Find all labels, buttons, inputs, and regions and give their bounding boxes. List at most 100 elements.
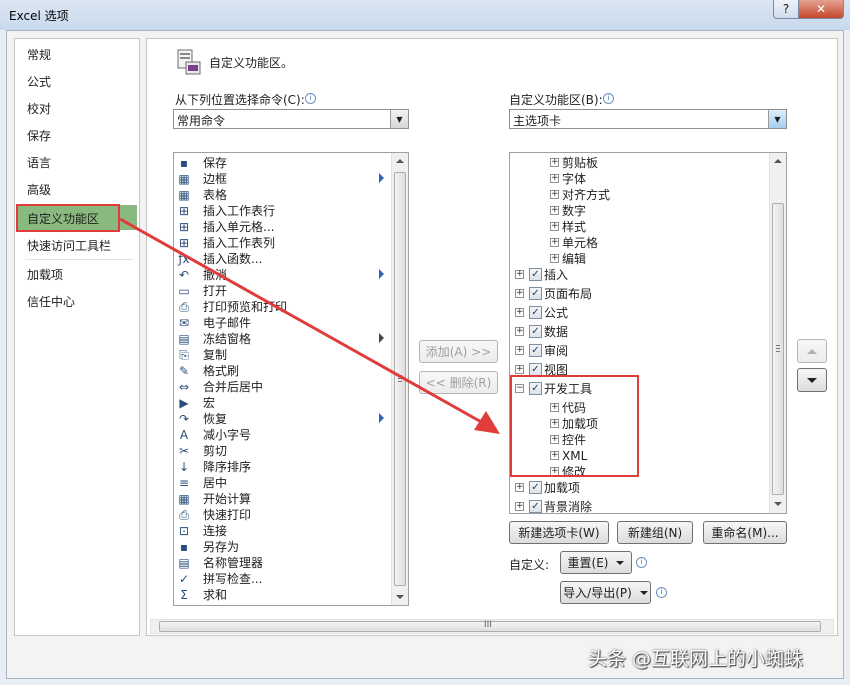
command-item[interactable]: ⎘ 复制 <box>176 347 386 363</box>
command-item[interactable]: ⊞ 插入工作表列 <box>176 235 386 251</box>
expand-icon[interactable]: + <box>515 502 524 511</box>
command-item[interactable]: ✉ 电子邮件 <box>176 315 386 331</box>
info-icon[interactable]: i <box>636 557 647 568</box>
remove-button[interactable]: << 删除(R) <box>419 371 498 394</box>
command-item[interactable]: ▶ 宏 <box>176 395 386 411</box>
command-item[interactable]: ⊡ 连接 <box>176 523 386 539</box>
tab-checkbox[interactable]: ✓ <box>529 344 542 357</box>
tree-item[interactable]: + 字体 <box>510 171 765 187</box>
ribbon-tree-scrollbar[interactable] <box>769 153 786 513</box>
info-icon[interactable]: i <box>305 93 316 104</box>
expand-icon[interactable]: + <box>515 289 524 298</box>
tree-item[interactable]: + 单元格 <box>510 235 765 251</box>
command-item[interactable]: Σ 求和 <box>176 587 386 603</box>
new-tab-button[interactable]: 新建选项卡(W) <box>509 521 609 544</box>
tree-item[interactable]: + ✓ 插入 <box>510 267 765 283</box>
rename-button[interactable]: 重命名(M)... <box>703 521 787 544</box>
expand-icon[interactable]: + <box>515 365 524 374</box>
tree-item[interactable]: + 剪贴板 <box>510 155 765 171</box>
scroll-up-icon[interactable] <box>396 159 404 163</box>
expand-icon[interactable]: + <box>550 254 559 263</box>
command-item[interactable]: ▤ 冻结窗格 <box>176 331 386 347</box>
nav-item-advanced[interactable]: 高级 <box>27 181 51 198</box>
reset-button[interactable]: 重置(E) <box>560 551 632 574</box>
expand-icon[interactable]: + <box>515 346 524 355</box>
command-item[interactable]: ▪ 另存为 <box>176 539 386 555</box>
tab-checkbox[interactable]: ✓ <box>529 481 542 494</box>
tree-item[interactable]: + ✓ 加载项 <box>510 480 765 496</box>
close-button[interactable]: ✕ <box>799 0 844 19</box>
commands-list-scrollbar[interactable] <box>391 153 408 605</box>
command-item[interactable]: ⊞ 插入单元格... <box>176 219 386 235</box>
new-group-button[interactable]: 新建组(N) <box>617 521 693 544</box>
horizontal-scroll-thumb[interactable]: III <box>159 620 821 632</box>
tab-checkbox[interactable]: ✓ <box>529 268 542 281</box>
expand-icon[interactable]: + <box>550 174 559 183</box>
command-item[interactable]: ⎙ 快速打印 <box>176 507 386 523</box>
nav-item-general[interactable]: 常规 <box>27 46 51 63</box>
add-button[interactable]: 添加(A) >> <box>419 340 498 363</box>
expand-icon[interactable]: + <box>550 238 559 247</box>
tab-checkbox[interactable]: ✓ <box>529 325 542 338</box>
command-item[interactable]: ▦ 开始计算 <box>176 491 386 507</box>
command-item[interactable]: ↓ 降序排序 <box>176 459 386 475</box>
ribbon-tree-scroll-thumb[interactable] <box>772 203 784 495</box>
info-icon[interactable]: i <box>603 93 614 104</box>
expand-icon[interactable]: + <box>550 190 559 199</box>
tree-item[interactable]: + 数字 <box>510 203 765 219</box>
tree-item[interactable]: + 样式 <box>510 219 765 235</box>
expand-icon[interactable]: + <box>515 327 524 336</box>
command-item[interactable]: ⇔ 合并后居中 <box>176 379 386 395</box>
tree-item[interactable]: + 编辑 <box>510 251 765 267</box>
command-item[interactable]: A 减小字号 <box>176 427 386 443</box>
expand-icon[interactable]: + <box>550 158 559 167</box>
import-export-button[interactable]: 导入/导出(P) <box>560 581 651 604</box>
expand-icon[interactable]: + <box>515 483 524 492</box>
tree-item[interactable]: + ✓ 公式 <box>510 305 765 321</box>
nav-item-proofing[interactable]: 校对 <box>27 100 51 117</box>
nav-item-add-ins[interactable]: 加载项 <box>27 266 63 283</box>
tab-checkbox[interactable]: ✓ <box>529 306 542 319</box>
command-item[interactable]: ↷ 恢复 <box>176 411 386 427</box>
expand-icon[interactable]: + <box>515 270 524 279</box>
command-item[interactable]: ▦ 表格 <box>176 187 386 203</box>
tree-item[interactable]: + ✓ 审阅 <box>510 343 765 359</box>
expand-icon[interactable]: + <box>515 308 524 317</box>
tab-checkbox[interactable]: ✓ <box>529 500 542 513</box>
help-button[interactable]: ? <box>773 0 799 19</box>
command-item[interactable]: ▭ 打开 <box>176 283 386 299</box>
move-up-button[interactable] <box>797 339 827 363</box>
choose-commands-dropdown[interactable]: 常用命令 ▼ <box>173 109 409 129</box>
chevron-down-icon[interactable]: ▼ <box>768 110 786 128</box>
commands-list[interactable]: ▪ 保存 ▦ 边框 ▦ 表格 ⊞ 插入工作表行 ⊞ 插入单元格... ⊞ 插入工作表列 ƒx 插入函数..… <box>173 152 409 606</box>
move-down-button[interactable] <box>797 368 827 392</box>
tree-item[interactable]: + ✓ 页面布局 <box>510 286 765 302</box>
expand-icon[interactable]: + <box>550 222 559 231</box>
tree-item[interactable]: + ✓ 数据 <box>510 324 765 340</box>
nav-item-quick-access-toolbar[interactable]: 快速访问工具栏 <box>27 237 111 254</box>
tab-checkbox[interactable]: ✓ <box>529 287 542 300</box>
panel-horizontal-scrollbar[interactable]: III <box>150 619 834 634</box>
command-item[interactable]: ↶ 撤消 <box>176 267 386 283</box>
command-item[interactable]: ⎙ 打印预览和打印 <box>176 299 386 315</box>
scroll-up-icon[interactable] <box>774 159 782 163</box>
nav-item-save[interactable]: 保存 <box>27 127 51 144</box>
command-item[interactable]: ƒx 插入函数... <box>176 251 386 267</box>
nav-item-formulas[interactable]: 公式 <box>27 73 51 90</box>
scroll-down-icon[interactable] <box>774 502 782 506</box>
tree-item[interactable]: + 对齐方式 <box>510 187 765 203</box>
command-item[interactable]: ▪ 保存 <box>176 155 386 171</box>
command-item[interactable]: ✂ 剪切 <box>176 443 386 459</box>
ribbon-tabs-dropdown[interactable]: 主选项卡 ▼ <box>509 109 787 129</box>
commands-list-scroll-thumb[interactable] <box>394 172 406 586</box>
tree-item[interactable]: + ✓ 背景消除 <box>510 499 765 513</box>
expand-icon[interactable]: + <box>550 206 559 215</box>
command-item[interactable]: ✎ 格式刷 <box>176 363 386 379</box>
info-icon[interactable]: i <box>656 587 667 598</box>
command-item[interactable]: ▦ 边框 <box>176 171 386 187</box>
command-item[interactable]: ≡ 居中 <box>176 475 386 491</box>
command-item[interactable]: ✓ 拼写检查... <box>176 571 386 587</box>
nav-item-language[interactable]: 语言 <box>27 154 51 171</box>
scroll-down-icon[interactable] <box>396 595 404 599</box>
nav-item-trust-center[interactable]: 信任中心 <box>27 293 75 310</box>
